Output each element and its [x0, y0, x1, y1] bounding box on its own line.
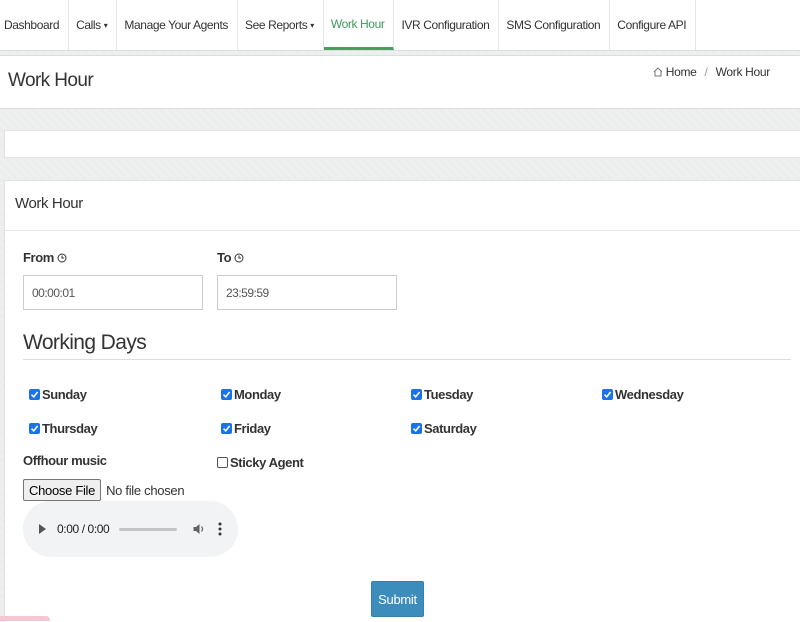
panel-divider	[5, 230, 800, 231]
check-icon	[411, 423, 422, 434]
submit-button[interactable]: Submit	[371, 581, 424, 617]
day-label: Friday	[234, 421, 271, 436]
day-checkbox-monday[interactable]: Monday	[221, 387, 281, 402]
day-checkbox-sunday[interactable]: Sunday	[29, 387, 87, 402]
day-label: Tuesday	[424, 387, 473, 402]
day-checkbox-wednesday[interactable]: Wednesday	[602, 387, 684, 402]
empty-strip	[4, 130, 800, 158]
check-icon	[29, 423, 40, 434]
nav-manage-agents-label: Manage Your Agents	[124, 18, 228, 32]
caret-down-icon: ▾	[103, 20, 108, 30]
checkbox-box	[217, 457, 228, 468]
nav-ivr-configuration-label: IVR Configuration	[401, 18, 490, 32]
day-label: Saturday	[424, 421, 477, 436]
page-title: Work Hour	[8, 70, 94, 91]
to-label-text: To	[217, 250, 232, 265]
top-navbar: Dashboard Calls ▾ Manage Your Agents See …	[0, 0, 800, 51]
check-icon	[602, 389, 613, 400]
play-icon[interactable]	[39, 524, 46, 534]
to-time-input[interactable]	[217, 275, 397, 310]
more-vertical-icon[interactable]	[218, 522, 222, 536]
day-checkbox-saturday[interactable]: Saturday	[411, 421, 477, 436]
nav-work-hour[interactable]: Work Hour	[323, 0, 395, 50]
day-label: Thursday	[42, 421, 98, 436]
day-label: Sunday	[42, 387, 87, 402]
clock-icon	[57, 253, 67, 262]
nav-manage-agents[interactable]: Manage Your Agents	[117, 0, 238, 50]
volume-icon[interactable]	[192, 522, 206, 536]
working-days-heading: Working Days	[23, 331, 147, 354]
breadcrumb-separator: /	[704, 65, 708, 79]
nav-sms-configuration-label: SMS Configuration	[506, 18, 601, 32]
audio-time: 0:00 / 0:00	[57, 522, 110, 536]
nav-configure-api[interactable]: Configure API	[610, 0, 697, 50]
audio-player: 0:00 / 0:00	[23, 501, 238, 557]
corner-decoration	[0, 616, 50, 621]
check-icon	[221, 389, 232, 400]
day-label: Monday	[234, 387, 281, 402]
check-icon	[221, 423, 232, 434]
nav-dashboard[interactable]: Dashboard	[0, 0, 70, 50]
breadcrumb: Home / Work Hour	[653, 65, 770, 79]
breadcrumb-current: Work Hour	[715, 65, 771, 79]
nav-ivr-configuration[interactable]: IVR Configuration	[394, 0, 500, 50]
offhour-music-label: Offhour music	[23, 453, 107, 468]
work-hour-panel: Work Hour From To Working Days Sunday Mo…	[4, 180, 800, 622]
check-icon	[411, 389, 422, 400]
day-checkbox-thursday[interactable]: Thursday	[29, 421, 98, 436]
from-label: From	[23, 250, 67, 265]
day-label: Wednesday	[615, 387, 684, 402]
to-label: To	[217, 250, 244, 265]
from-label-text: From	[23, 250, 54, 265]
audio-progress-slider[interactable]	[119, 527, 178, 531]
working-days-divider	[23, 359, 791, 360]
sticky-agent-checkbox[interactable]: Sticky Agent	[217, 455, 304, 470]
nav-work-hour-label: Work Hour	[330, 16, 385, 31]
nav-sms-configuration[interactable]: SMS Configuration	[499, 0, 611, 50]
home-icon	[653, 67, 663, 77]
nav-calls-label: Calls	[76, 18, 101, 32]
nav-see-reports-label: See Reports	[244, 18, 308, 32]
nav-dashboard-label: Dashboard	[4, 18, 60, 32]
day-checkbox-friday[interactable]: Friday	[221, 421, 271, 436]
from-time-input[interactable]	[23, 275, 203, 310]
page-header: Work Hour Home / Work Hour	[0, 55, 800, 109]
file-input: Choose File No file chosen	[23, 479, 185, 501]
nav-calls[interactable]: Calls ▾	[69, 0, 118, 50]
nav-see-reports[interactable]: See Reports ▾	[238, 0, 324, 50]
caret-down-icon: ▾	[310, 20, 314, 30]
clock-icon	[234, 253, 244, 262]
choose-file-button[interactable]: Choose File	[23, 479, 102, 501]
nav-configure-api-label: Configure API	[617, 18, 687, 32]
panel-title: Work Hour	[15, 195, 83, 212]
breadcrumb-home-link[interactable]: Home	[666, 65, 697, 79]
file-status: No file chosen	[106, 482, 185, 498]
day-checkbox-tuesday[interactable]: Tuesday	[411, 387, 473, 402]
sticky-agent-label: Sticky Agent	[230, 455, 304, 470]
check-icon	[29, 389, 40, 400]
